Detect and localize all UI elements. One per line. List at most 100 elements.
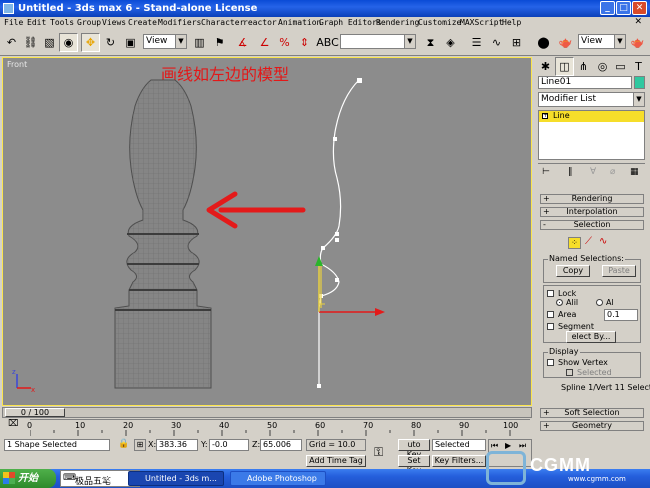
- align-icon[interactable]: ◈: [441, 33, 460, 52]
- object-color-swatch[interactable]: [634, 76, 645, 89]
- segment-checkbox[interactable]: [547, 323, 554, 330]
- set-key-button[interactable]: Set Key: [398, 455, 430, 475]
- rollout-selection[interactable]: - Selection: [540, 220, 644, 230]
- go-to-start-icon[interactable]: ⏮: [491, 441, 498, 451]
- rollout-rendering[interactable]: + Rendering: [540, 194, 644, 204]
- make-unique-icon[interactable]: ∀: [590, 167, 596, 177]
- rollout-geometry[interactable]: + Geometry: [540, 421, 644, 431]
- menu-customize[interactable]: Customize: [418, 18, 461, 27]
- named-selection-combo[interactable]: ▼: [340, 34, 416, 49]
- menu-create[interactable]: Create: [128, 18, 157, 27]
- select-manipulate-icon[interactable]: ⚑: [210, 33, 229, 52]
- add-time-tag-button[interactable]: Add Time Tag: [306, 455, 366, 467]
- select-by-button[interactable]: elect By...: [566, 331, 616, 343]
- al-radio[interactable]: [596, 299, 603, 306]
- material-editor-icon[interactable]: ⬤: [534, 33, 553, 52]
- play-icon[interactable]: ▶: [505, 441, 511, 450]
- rollout-interpolation[interactable]: + Interpolation: [540, 207, 644, 217]
- menu-file[interactable]: File: [4, 18, 23, 27]
- stack-item-line[interactable]: Line: [539, 111, 644, 122]
- menu-modifiers[interactable]: Modifiers: [158, 18, 201, 27]
- modifier-list-combo[interactable]: Modifier List ▼: [538, 92, 645, 107]
- display-tab-icon[interactable]: ▭: [611, 57, 630, 76]
- profile-spline[interactable]: [317, 78, 362, 388]
- edit-named-selection-icon[interactable]: ABC: [316, 33, 339, 52]
- maximize-button[interactable]: □: [616, 1, 631, 15]
- auto-key-button[interactable]: uto Key: [398, 439, 430, 459]
- configure-sets-icon[interactable]: ▦: [630, 167, 639, 177]
- front-viewport[interactable]: Front 画线如左边的模型 z x: [2, 57, 532, 406]
- menu-edit[interactable]: Edit: [27, 18, 46, 27]
- hierarchy-tab-icon[interactable]: ⋔: [574, 57, 593, 76]
- track-bar[interactable]: 0 10 20 30 40 50 60 70 80 90 100: [27, 419, 530, 436]
- curve-editor-icon[interactable]: ∿: [487, 33, 506, 52]
- snap-3d-icon[interactable]: ∡: [233, 33, 252, 52]
- close-button[interactable]: ✕: [632, 1, 647, 15]
- motion-tab-icon[interactable]: ◎: [593, 57, 612, 76]
- time-slider-thumb[interactable]: 0 / 100: [5, 408, 65, 417]
- menu-close-icon[interactable]: ✕: [634, 17, 642, 27]
- selected-checkbox[interactable]: [566, 369, 573, 376]
- menu-group[interactable]: Group: [77, 18, 101, 27]
- select-link-icon[interactable]: ⛓: [21, 33, 40, 52]
- menu-character[interactable]: Character: [201, 18, 244, 27]
- copy-button[interactable]: Copy: [556, 265, 590, 277]
- spline-level-icon[interactable]: ∿: [599, 236, 607, 247]
- area-checkbox[interactable]: [547, 311, 554, 318]
- menu-animation[interactable]: Animation: [278, 18, 321, 27]
- rollout-soft-selection[interactable]: + Soft Selection: [540, 408, 644, 418]
- area-spinner[interactable]: 0.1: [604, 309, 638, 321]
- select-rotate-icon[interactable]: ↻: [101, 33, 120, 52]
- undo-icon[interactable]: ↶: [2, 33, 21, 52]
- reference-coord-combo[interactable]: View ▼: [143, 34, 187, 49]
- go-to-end-icon[interactable]: ⏭: [519, 441, 526, 451]
- taskbar-item-3dsmax[interactable]: Untitled - 3ds m...: [128, 471, 224, 486]
- spinner-snap-icon[interactable]: ⇕: [295, 33, 314, 52]
- percent-snap-icon[interactable]: %: [275, 33, 294, 52]
- lathe-model[interactable]: [114, 79, 212, 389]
- y-coordinate-field[interactable]: -0.0: [209, 439, 249, 451]
- unlink-icon[interactable]: ▧: [40, 33, 59, 52]
- menu-tools[interactable]: Tools: [50, 18, 74, 27]
- object-name-field[interactable]: Line01: [538, 76, 632, 89]
- key-icon[interactable]: ⚿: [374, 445, 383, 460]
- angle-snap-icon[interactable]: ∠: [255, 33, 274, 52]
- track-bar-icon[interactable]: ⌧: [8, 419, 18, 429]
- lock-checkbox[interactable]: [547, 290, 554, 297]
- taskbar-item-photoshop[interactable]: Adobe Photoshop: [230, 471, 326, 486]
- quick-render-icon[interactable]: 🫖: [628, 33, 647, 52]
- select-scale-icon[interactable]: ▣: [121, 33, 140, 52]
- mirror-icon[interactable]: ⧗: [421, 33, 440, 52]
- segment-level-icon[interactable]: ⟋: [585, 236, 592, 247]
- modifier-stack[interactable]: Line +: [538, 110, 645, 160]
- z-coordinate-field[interactable]: 65.006: [260, 439, 302, 451]
- alil-radio[interactable]: [556, 299, 563, 306]
- menu-help[interactable]: Help: [502, 18, 521, 27]
- menu-rendering[interactable]: Rendering: [376, 18, 419, 27]
- time-slider-track[interactable]: 0 / 100: [2, 407, 532, 418]
- show-end-result-icon[interactable]: ‖: [568, 167, 573, 177]
- x-coordinate-field[interactable]: 383.36: [156, 439, 198, 451]
- select-object-icon[interactable]: ◉: [59, 33, 78, 52]
- menu-maxscript[interactable]: MAXScript: [460, 18, 503, 27]
- vertex-level-icon[interactable]: ⁘: [568, 237, 581, 249]
- pin-stack-icon[interactable]: ⊢: [542, 167, 550, 177]
- layer-manager-icon[interactable]: ☰: [467, 33, 486, 52]
- expand-icon[interactable]: +: [542, 113, 548, 119]
- menu-reactor[interactable]: reactor: [243, 18, 277, 27]
- render-scene-icon[interactable]: 🫖: [556, 33, 575, 52]
- menu-graph-editors[interactable]: Graph Editors: [319, 18, 382, 27]
- minimize-button[interactable]: _: [600, 1, 615, 15]
- absolute-mode-icon[interactable]: ⊞: [134, 439, 146, 451]
- show-vertex-checkbox[interactable]: [547, 359, 554, 366]
- create-tab-icon[interactable]: ✱: [536, 57, 555, 76]
- schematic-view-icon[interactable]: ⊞: [507, 33, 526, 52]
- remove-modifier-icon[interactable]: ⌀: [610, 167, 615, 177]
- pivot-center-icon[interactable]: ▥: [190, 33, 209, 52]
- selection-lock-icon[interactable]: 🔒: [118, 439, 129, 449]
- menu-views[interactable]: Views: [102, 18, 126, 27]
- modify-tab-icon[interactable]: ◫: [555, 57, 574, 76]
- key-mode-combo[interactable]: Selected: [432, 439, 486, 451]
- render-type-combo[interactable]: View ▼: [578, 34, 626, 49]
- paste-button[interactable]: Paste: [602, 265, 636, 277]
